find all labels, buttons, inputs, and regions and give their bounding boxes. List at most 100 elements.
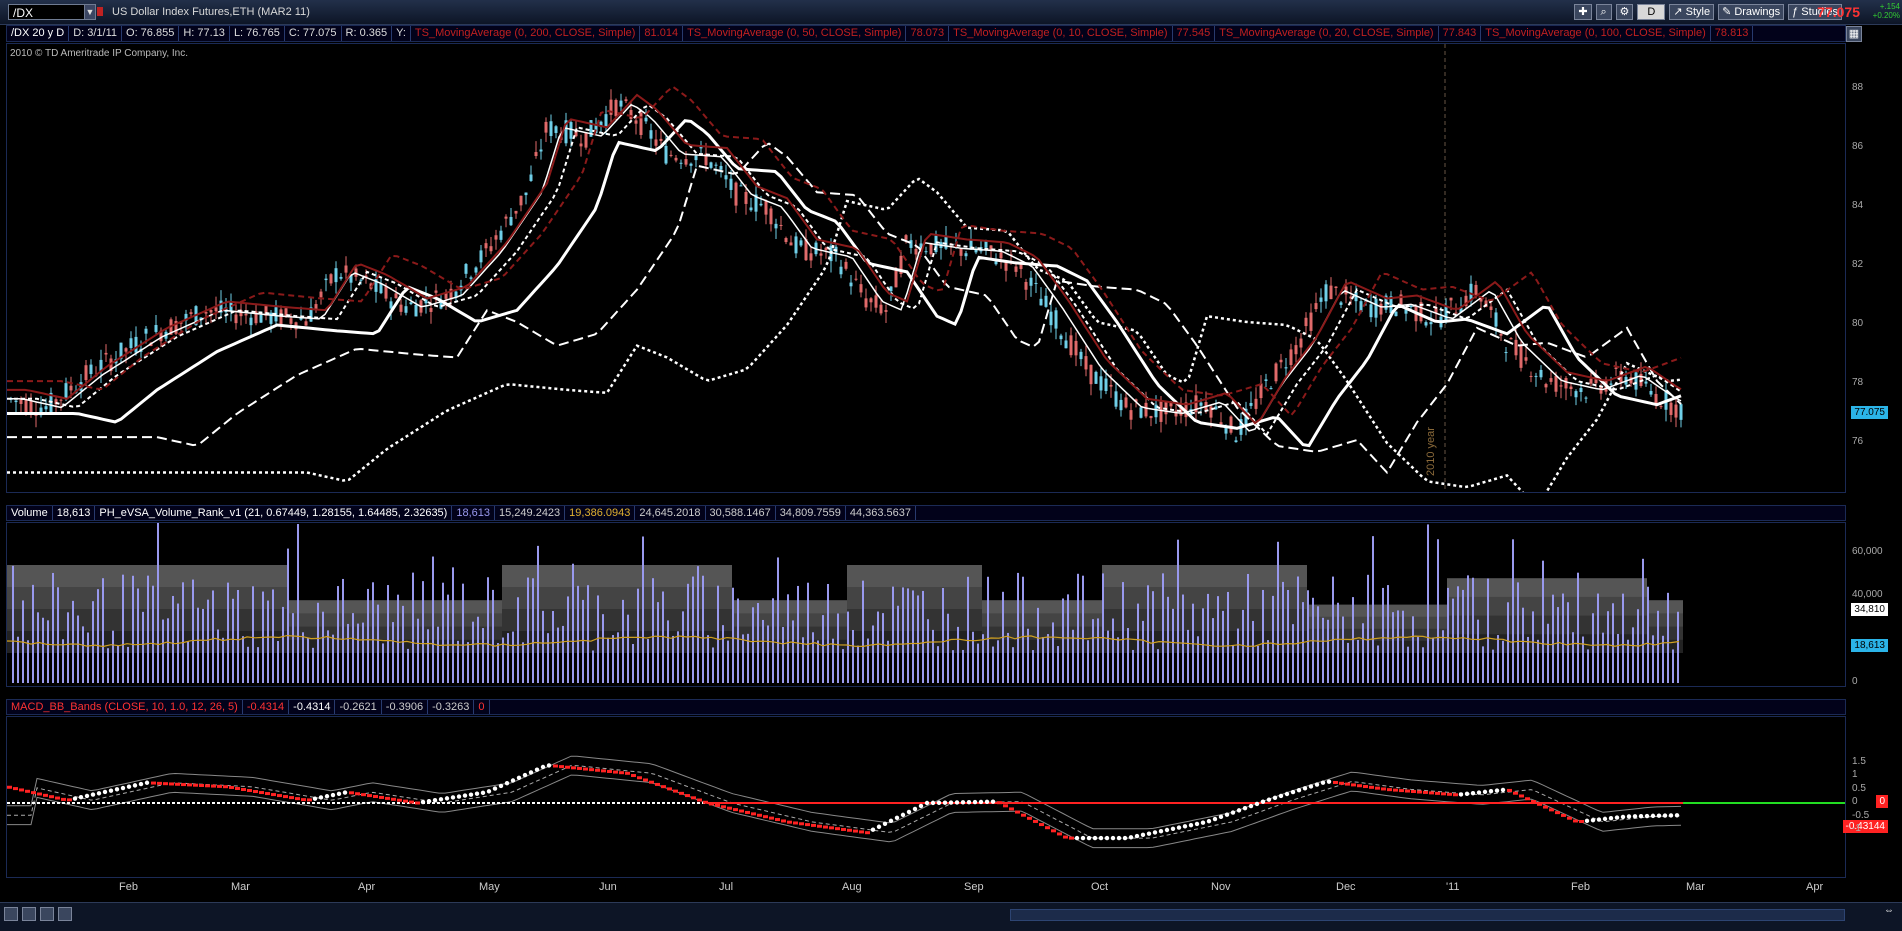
time-scrollbar[interactable] [1010,909,1845,921]
candle-body [289,318,293,324]
volume-label[interactable]: Volume [7,506,53,520]
period-button[interactable]: D [1637,4,1666,20]
volume-bar [1632,627,1634,683]
volume-bar [217,629,219,683]
volume-bar [482,628,484,683]
candle-body [464,264,468,274]
candle-body [1504,352,1508,354]
price-panel[interactable] [6,43,1846,493]
macd-study-label[interactable]: MACD_BB_Bands (CLOSE, 10, 1.0, 12, 26, 5… [7,700,243,714]
zoom-tool-button[interactable]: ⌕ [1595,4,1612,20]
candle-body [524,192,528,196]
price-chart [7,44,1683,492]
grid-layout-button[interactable] [4,907,18,921]
candle-body [764,201,768,215]
volume-bar [617,632,619,683]
volume-panel[interactable] [6,522,1846,687]
volume-bar [762,619,764,683]
macd-dot-up [948,800,954,805]
candle-body [1219,422,1223,425]
bottom-toolbar: ⇔ [0,902,1902,931]
chart-settings-button[interactable]: ▦ [1846,26,1862,42]
volume-bar [1232,645,1234,683]
macd-dot-down [1039,823,1044,827]
candle-body [1669,402,1673,415]
volume-bar [777,557,779,683]
candle-body [19,399,23,404]
candle-body [434,290,438,293]
volume-bar [1677,611,1679,683]
crosshair-tool-button[interactable]: ✚ [1574,4,1592,20]
volume-bar [172,595,174,683]
macd-dot-down [31,791,36,795]
volume-bar [192,579,194,683]
toolbar-right-group: ✚ ⌕ ⚙ D ↗ Style ✎ Drawings ƒ Studies [1574,3,1842,21]
drawings-button[interactable]: ✎ Drawings [1718,4,1785,20]
study-ma20-label[interactable]: TS_MovingAverage (0, 20, CLOSE, Simple) [1215,26,1439,41]
macd-dot-up [450,795,456,800]
expand-icon[interactable]: ⇔ [1884,905,1894,916]
style-button[interactable]: ↗ Style [1669,4,1715,20]
evsa-value-6: 34,809.7559 [776,506,846,520]
macd-panel[interactable] [6,716,1846,878]
candle-body [1569,386,1573,389]
volume-bar [87,632,89,683]
volume-bar [1052,622,1054,683]
candle-body [479,250,483,263]
volume-bar [252,586,254,683]
macd-dot-down [1351,783,1356,787]
volume-bar [1497,635,1499,683]
time-axis: Feb Mar Apr May Jun Jul Aug Sep Oct Nov Dec '11 Feb M… [6,878,1846,898]
candle-body [889,286,893,292]
study-ma100-label[interactable]: TS_MovingAverage (0, 100, CLOSE, Simple) [1481,26,1711,41]
macd-dot-down [847,828,852,832]
macd-dot-down [1543,805,1548,809]
candle-body [409,302,413,305]
candle-body [414,304,418,317]
macd-dot-up [1488,789,1494,794]
macd-dot-down [1399,789,1404,793]
zoom-in-button[interactable] [22,907,36,921]
volume-bar [1027,628,1029,683]
macd-dot-up [1296,788,1302,793]
candle-body [924,251,928,253]
symbol-input[interactable]: /DX [8,4,88,20]
volume-bar [527,577,529,683]
candle-body [1494,312,1498,327]
volume-bar [302,632,304,683]
candle-body [534,152,538,156]
study-ma200-label[interactable]: TS_MovingAverage (0, 200, CLOSE, Simple) [411,26,641,41]
symbol-dropdown-button[interactable]: ▼ [84,4,96,20]
candle-body [1159,401,1163,422]
macd-dot-up [138,781,144,787]
volume-bar [1057,646,1059,683]
volume-bar [127,646,129,683]
study-ma50-label[interactable]: TS_MovingAverage (0, 50, CLOSE, Simple) [683,26,907,41]
macd-dot-down [25,789,30,793]
time-axis-label: Feb [119,881,138,893]
volume-bar [227,582,229,683]
volume-bar [787,594,789,683]
macd-dot-up [1092,835,1098,841]
evsa-study-label[interactable]: PH_eVSA_Volume_Rank_v1 (21, 0.67449, 1.2… [95,506,453,520]
volume-bar [57,587,59,683]
macd-dot-down [643,778,648,782]
macd-dot-down [817,824,822,828]
volume-bar [532,578,534,683]
macd-dot-down [571,766,576,770]
study-ma10-label[interactable]: TS_MovingAverage (0, 10, CLOSE, Simple) [949,26,1173,41]
symbol-description: US Dollar Index Futures,ETH (MAR2 11) [112,6,310,18]
zoom-out-button[interactable] [40,907,54,921]
draw-line-button[interactable] [58,907,72,921]
macd-dot-down [205,784,210,788]
macd-dot-down [811,823,816,827]
volume-bar [1437,539,1439,683]
macd-dot-down [553,764,558,768]
candle-body [854,278,858,280]
settings-tool-button[interactable]: ⚙ [1615,4,1634,20]
volume-bar [1197,636,1199,683]
macd-dot-up [1074,835,1080,841]
volume-bar [237,590,239,683]
volume-bar [742,634,744,683]
volume-bar [27,640,29,683]
